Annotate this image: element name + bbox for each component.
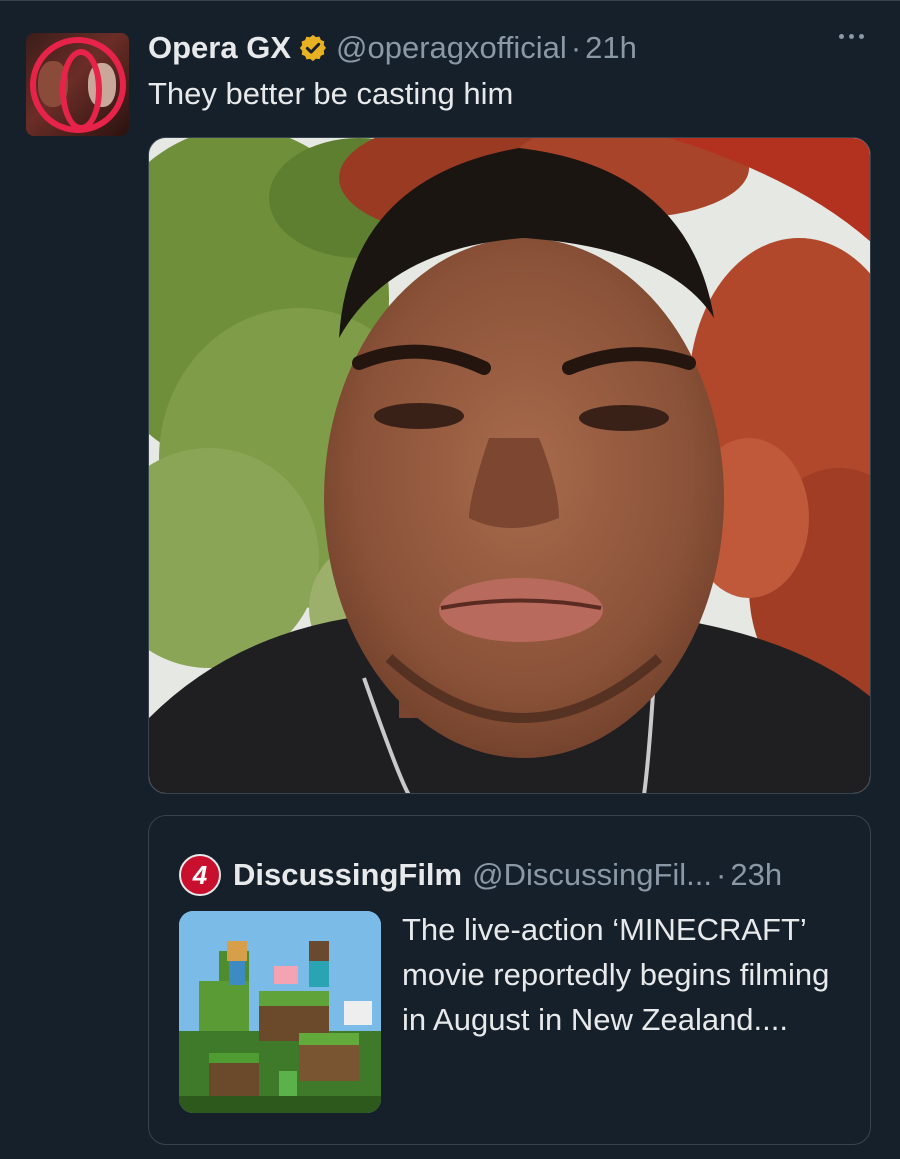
more-options-icon[interactable] [839,34,864,39]
handle[interactable]: @operagxofficial [336,30,567,66]
discussingfilm-avatar[interactable]: 4 [179,854,221,896]
timestamp[interactable]: 21h [585,30,637,66]
display-name[interactable]: Opera GX [148,30,291,66]
tweet-media-photo[interactable] [148,137,871,794]
quoted-tweet-header: 4 DiscussingFilm @DiscussingFil... · 23h [179,854,782,896]
minecraft-artwork [179,911,381,1113]
quoted-display-name[interactable]: DiscussingFilm [233,857,462,893]
tweet-header: Opera GX @operagxofficial · 21h [148,28,637,68]
opera-logo-inner-icon [60,49,102,131]
quoted-tweet-text: The live-action ‘MINECRAFT’ movie report… [402,912,830,1037]
avatar-letter: 4 [192,859,208,890]
quoted-tweet[interactable]: 4 DiscussingFilm @DiscussingFil... · 23h [148,815,871,1145]
selfie-photo [149,138,870,793]
tweet-text: They better be casting him [148,76,514,111]
quoted-handle[interactable]: @DiscussingFil... [472,857,712,893]
quoted-separator-dot: · [716,857,727,892]
tweet[interactable]: Opera GX @operagxofficial · 21h They bet… [0,0,900,1159]
verified-badge-icon [299,34,326,62]
quoted-media-thumbnail[interactable] [179,911,381,1113]
opera-gx-avatar[interactable] [26,33,129,136]
quoted-timestamp[interactable]: 23h [730,857,782,893]
separator-dot: · [570,30,582,65]
